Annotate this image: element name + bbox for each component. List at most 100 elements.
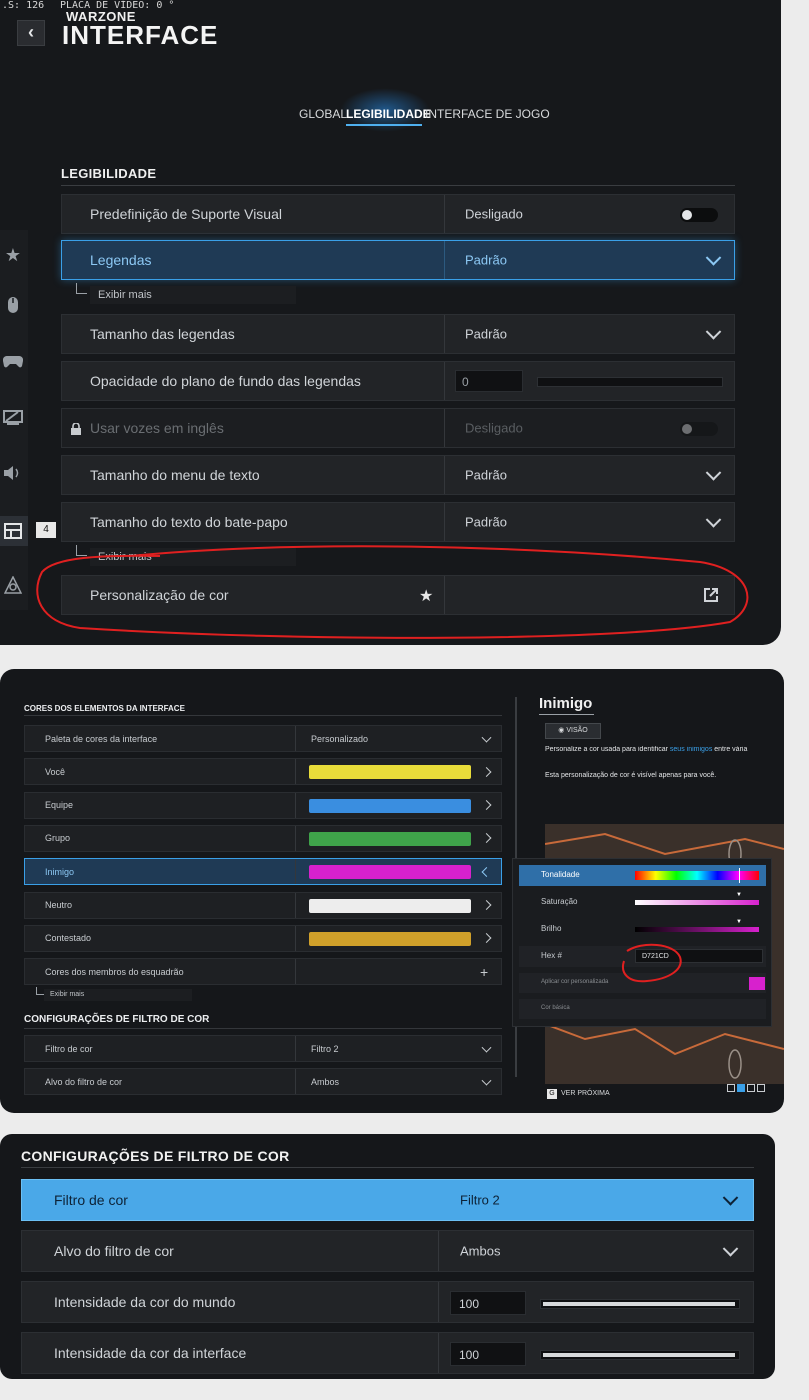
color-row[interactable]: Paleta de cores da interface Personalizad… [24,725,502,752]
row-label: Paleta de cores da interface [45,733,158,744]
color-row[interactable]: Neutro [24,891,502,919]
row-label: Grupo [45,833,71,844]
row-label: Neutro [45,900,73,910]
vision-button[interactable]: ◉ VISÃO [545,723,601,739]
show-more-link[interactable]: Exibir mais [44,989,192,1001]
row-value: Ambos [311,1076,340,1087]
row-value: Filtro 2 [311,1043,339,1054]
color-swatch[interactable] [309,798,471,813]
brightness-slider[interactable] [635,927,759,932]
custom-color-swatch[interactable] [749,977,765,990]
color-row[interactable]: Inimigo [24,858,502,886]
color-row[interactable]: Contestado [24,924,502,952]
row-separator [295,959,296,985]
row-label: Alvo do filtro de cor [54,1243,174,1259]
interface-intensity-input[interactable]: 100 [450,1342,526,1366]
interface-intensity-slider[interactable] [540,1350,740,1360]
row-separator [295,759,296,785]
color-row[interactable]: Cores dos membros do esquadrão + [24,958,502,986]
color-swatch[interactable] [309,898,471,913]
section-title: CONFIGURAÇÕES DE FILTRO DE COR [21,1148,290,1164]
row-separator [295,825,296,851]
picker-row-hue[interactable]: Tonalidade [519,865,766,886]
picker-row-saturation[interactable]: Saturação ▼ [519,892,766,913]
row-label: Filtro de cor [54,1192,128,1208]
legibilidade-panel: .S: 126 PLACA DE VÍDEO: 0 ° ‹ WARZONE IN… [0,0,781,645]
page-dot[interactable] [757,1084,765,1092]
filter-section-title: CONFIGURAÇÕES DE FILTRO DE COR [24,1014,210,1025]
row-label: Alvo do filtro de cor [45,1076,123,1087]
chevron-left-icon [481,866,492,877]
chevron-down-icon [481,1075,492,1086]
next-key-badge: G [547,1089,557,1099]
row-separator [295,859,296,885]
brightness-label: Brilho [541,924,562,933]
color-swatch[interactable] [309,931,471,946]
add-icon[interactable]: + [480,964,488,980]
chevron-down-icon [722,1190,739,1206]
row-label: Você [45,766,66,777]
row-label: Filtro de cor [45,1043,93,1054]
section-divider [24,715,502,716]
color-row[interactable]: Grupo [24,824,502,852]
row-intensidade-interface[interactable]: Intensidade da cor da interface 100 [21,1332,754,1374]
filter-panel: CONFIGURAÇÕES DE FILTRO DE COR Filtro de… [0,1134,775,1379]
brightness-marker-icon: ▼ [736,919,742,925]
pagination-dots [727,1084,765,1092]
hue-label: Tonalidade [541,870,580,879]
eye-icon: ◉ [558,727,565,734]
color-swatch[interactable] [309,765,471,780]
row-alvo-filtro[interactable]: Alvo do filtro de cor Ambos [21,1230,754,1272]
row-label: Intensidade da cor do mundo [54,1294,236,1310]
color-row[interactable]: Você [24,758,502,786]
row-label: Contestado [45,933,92,944]
color-row[interactable]: Equipe [24,791,502,819]
row-separator [295,892,296,918]
row-filtro-de-cor[interactable]: Filtro de cor Filtro 2 [24,1035,502,1062]
section-divider [24,1028,502,1029]
picker-row-brightness[interactable]: Brilho ▼ [519,919,766,940]
saturation-label: Saturação [541,897,578,906]
red-annotation-circle [36,545,749,639]
page-dot[interactable] [727,1084,735,1092]
chevron-down-icon [481,732,492,743]
row-separator [295,925,296,951]
row-separator [295,726,296,751]
hue-slider[interactable] [635,871,759,880]
row-label: Intensidade da cor da interface [54,1345,247,1361]
row-label: Inimigo [45,866,75,877]
tree-connector-icon [36,987,44,995]
slider-fill [543,1353,735,1357]
row-value: Ambos [460,1243,501,1259]
hex-label: Hex # [541,951,562,960]
saturation-slider[interactable] [635,900,759,905]
saturation-marker-icon: ▼ [736,892,742,898]
world-intensity-slider[interactable] [540,1299,740,1309]
row-filtro-de-cor[interactable]: Filtro de cor Filtro 2 [21,1179,754,1221]
preview-description: Personalize a cor usada para identificar… [545,746,748,753]
chevron-right-icon [481,900,492,910]
world-intensity-input[interactable]: 100 [450,1291,526,1315]
red-annotation-circle [622,943,682,983]
page-dot[interactable] [747,1084,755,1092]
preview-title-underline [539,714,594,715]
chevron-right-icon [481,766,492,777]
picker-row-basic[interactable]: Cor básica [519,999,766,1019]
color-swatch[interactable] [309,865,471,880]
chevron-down-icon [722,1241,739,1257]
row-intensidade-mundo[interactable]: Intensidade da cor do mundo 100 [21,1281,754,1323]
row-alvo-filtro[interactable]: Alvo do filtro de cor Ambos [24,1068,502,1095]
section-divider [21,1167,754,1168]
apply-label: Aplicar cor personalizada [541,979,609,985]
color-swatch[interactable] [309,831,471,846]
page-dot-active[interactable] [737,1084,745,1092]
slider-fill [543,1302,735,1306]
row-value: Personalizado [311,733,369,744]
hue-marker [739,868,740,883]
row-separator [295,792,296,818]
chevron-right-icon [481,800,492,811]
row-label: Equipe [45,800,74,811]
row-label: Cores dos membros do esquadrão [45,966,184,977]
next-link[interactable]: VER PRÓXIMA [561,1090,610,1097]
chevron-down-icon [481,1042,492,1053]
